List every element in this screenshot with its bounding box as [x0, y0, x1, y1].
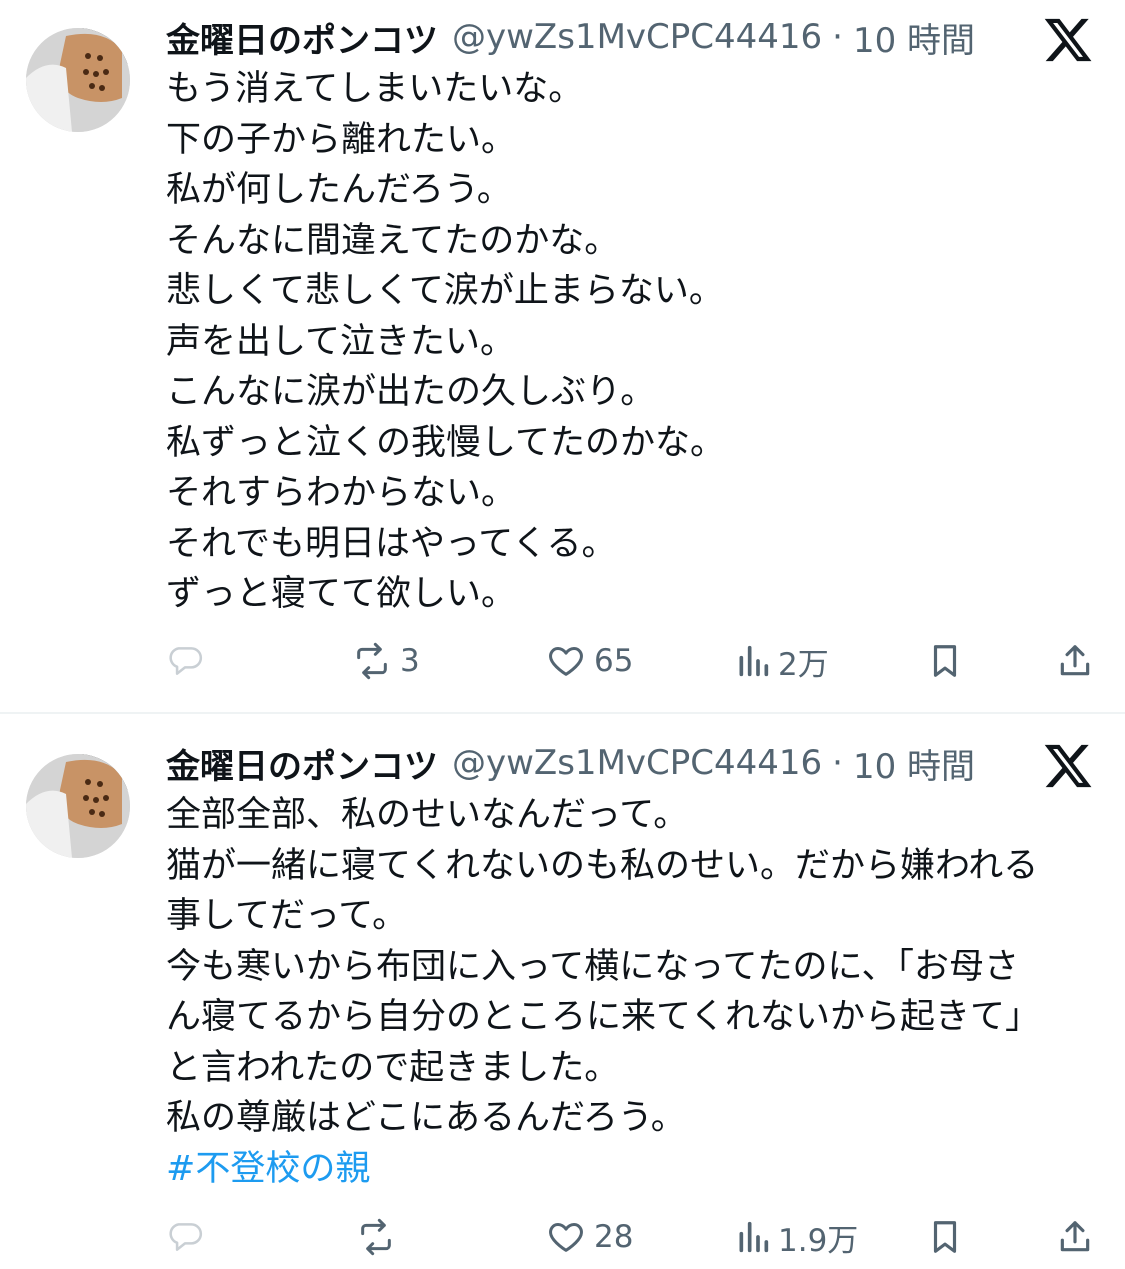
- text-line: それでも明日はやってくる。: [166, 523, 617, 564]
- view-count: 2万: [778, 646, 829, 683]
- text-line: 悲しくて悲しくて涙が止まらない。: [166, 271, 724, 311]
- author-handle[interactable]: @ywZs1MvCPC44416: [452, 743, 822, 783]
- reply-button[interactable]: [166, 1212, 212, 1262]
- text-line: と言われたので起きました。: [166, 1047, 620, 1088]
- tweet-text: もう消えてしまいたいな。 下の子から離れたい。 私が何したんだろう。 そんなに間…: [166, 64, 1096, 620]
- text-line: それすらわからない。: [166, 473, 517, 513]
- hashtag-link[interactable]: #不登校の親: [166, 1144, 1096, 1195]
- share-icon: [1060, 645, 1090, 676]
- heart-icon: [549, 1223, 583, 1252]
- divider: [0, 712, 1125, 714]
- like-button[interactable]: 28: [546, 1212, 633, 1262]
- text-line: 下の子から離れたい。: [166, 119, 517, 160]
- tweet-header: 金曜日のポンコツ @ywZs1MvCPC44416 · 10 時間: [166, 12, 975, 62]
- bookmark-icon: [933, 645, 957, 677]
- views-button[interactable]: 1.9万: [736, 1212, 858, 1262]
- text-line: 私ずっと泣くの我慢してたのかな。: [166, 422, 725, 463]
- x-logo-icon: [1044, 744, 1092, 788]
- view-count: 1.9万: [778, 1222, 859, 1259]
- action-bar: 3 65 2万: [0, 636, 1125, 686]
- repost-button[interactable]: 3: [352, 636, 420, 686]
- author-name[interactable]: 金曜日のポンコツ: [166, 739, 438, 788]
- share-icon: [1060, 1221, 1090, 1252]
- text-line: そんなに間違えてたのかな。: [166, 220, 620, 261]
- heart-icon: [549, 647, 583, 676]
- share-button[interactable]: [1056, 636, 1094, 686]
- avatar[interactable]: [26, 28, 130, 132]
- author-name[interactable]: 金曜日のポンコツ: [166, 13, 438, 62]
- text-line: 声を出して泣きたい。: [166, 321, 515, 362]
- text-line: 今も寒いから布団に入って横になってたのに、「お母さ: [166, 946, 1019, 987]
- text-line: 猫が一緒に寝てくれないのも私のせい。だから嫌われる: [166, 845, 1039, 886]
- separator: ·: [832, 17, 843, 57]
- bookmark-button[interactable]: [926, 1212, 964, 1262]
- views-button[interactable]: 2万: [736, 636, 829, 686]
- reply-icon: [169, 647, 203, 675]
- repost-button[interactable]: [356, 1212, 404, 1262]
- share-button[interactable]: [1056, 1212, 1094, 1262]
- avatar[interactable]: [26, 754, 130, 858]
- tweet[interactable]: 金曜日のポンコツ @ywZs1MvCPC44416 · 10 時間 全部全部、私…: [0, 734, 1125, 1269]
- repost-icon: [357, 642, 387, 680]
- text-line: ん寝てるから自分のところに来てくれないから起きて」: [166, 997, 1040, 1037]
- views-icon: [739, 1221, 769, 1253]
- timestamp[interactable]: 10 時間: [853, 13, 975, 62]
- tweet-header: 金曜日のポンコツ @ywZs1MvCPC44416 · 10 時間: [166, 738, 975, 788]
- like-count: 65: [594, 643, 634, 679]
- x-logo-icon: [1044, 18, 1092, 62]
- text-line: 私の尊厳はどこにあるんだろう。: [166, 1098, 686, 1138]
- tweet[interactable]: 金曜日のポンコツ @ywZs1MvCPC44416 · 10 時間 もう消えてし…: [0, 8, 1125, 708]
- reply-button[interactable]: [166, 636, 212, 686]
- bookmark-button[interactable]: [926, 636, 964, 686]
- tweet-text: 全部全部、私のせいなんだって。 猫が一緒に寝てくれないのも私のせい。だから嫌われ…: [166, 790, 1096, 1194]
- repost-icon: [361, 1218, 391, 1256]
- action-bar: 28 1.9万: [0, 1212, 1125, 1262]
- repost-count: 3: [400, 643, 420, 679]
- like-count: 28: [594, 1219, 634, 1255]
- separator: ·: [832, 743, 843, 783]
- like-button[interactable]: 65: [546, 636, 633, 686]
- author-handle[interactable]: @ywZs1MvCPC44416: [452, 17, 822, 57]
- text-line: ずっと寝てて欲しい。: [166, 574, 517, 614]
- timestamp[interactable]: 10 時間: [853, 739, 975, 788]
- views-icon: [739, 645, 769, 677]
- text-line: 事してだって。: [166, 896, 408, 936]
- text-line: 私が何したんだろう。: [166, 170, 512, 210]
- text-line: 全部全部、私のせいなんだって。: [166, 795, 689, 835]
- text-line: もう消えてしまいたいな。: [166, 69, 584, 109]
- reply-icon: [169, 1223, 203, 1251]
- bookmark-icon: [933, 1221, 957, 1253]
- text-line: こんなに涙が出たの久しぶり。: [166, 372, 656, 412]
